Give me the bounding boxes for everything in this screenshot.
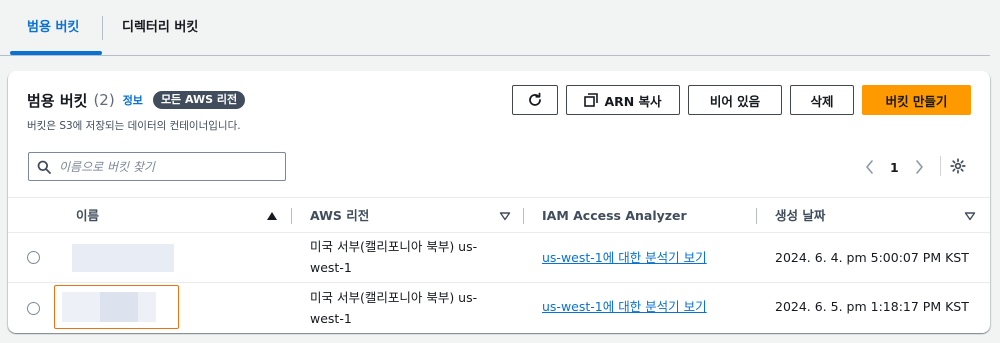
info-link[interactable]: 정보 xyxy=(123,92,143,108)
create-bucket-button[interactable]: 버킷 만들기 xyxy=(862,85,971,115)
bucket-region: 미국 서부(캘리포니아 북부) us-west-1 xyxy=(310,239,478,275)
refresh-icon xyxy=(529,92,541,106)
chevron-left-icon[interactable] xyxy=(864,159,876,175)
column-divider[interactable] xyxy=(523,208,524,224)
create-bucket-label: 버킷 만들기 xyxy=(885,93,948,109)
column-header-creation-date[interactable]: 생성 날짜 xyxy=(775,198,825,234)
bucket-search[interactable] xyxy=(28,152,286,181)
panel-title: 범용 버킷 xyxy=(27,91,88,110)
tab-general-purpose-buckets[interactable]: 범용 버킷 xyxy=(27,0,79,56)
column-header-access-analyzer: IAM Access Analyzer xyxy=(542,208,687,223)
copy-arn-button[interactable]: ARN 복사 xyxy=(566,85,680,115)
panel-description: 버킷은 S3에 저장되는 데이터의 컨테이너입니다. xyxy=(27,120,241,132)
table-header: 이름 AWS 리전 IAM Access Analyzer 생성 날짜 xyxy=(8,197,990,233)
empty-bucket-label: 비어 있음 xyxy=(709,93,761,109)
bucket-creation-date: 2024. 6. 4. pm 5:00:07 PM KST xyxy=(775,250,969,265)
region-badge: 모든 AWS 리전 xyxy=(152,91,246,109)
sort-ascending-icon[interactable] xyxy=(266,211,278,221)
redaction-block xyxy=(100,292,138,322)
settings-gear-icon[interactable] xyxy=(950,158,966,174)
bucket-region: 미국 서부(캘리포니아 북부) us-west-1 xyxy=(310,290,478,326)
copy-arn-label: ARN 복사 xyxy=(604,93,662,109)
panel-header: 범용 버킷 (2) 정보 모든 AWS 리전 xyxy=(27,89,246,111)
table-row[interactable]: 미국 서부(캘리포니아 북부) us-west-1 us-west-1에 대한 … xyxy=(8,232,990,283)
sort-icon[interactable] xyxy=(499,211,511,221)
bucket-creation-date: 2024. 6. 5. pm 1:18:17 PM KST xyxy=(775,299,969,314)
copy-icon xyxy=(584,93,599,107)
column-header-name[interactable]: 이름 xyxy=(76,198,99,234)
chevron-right-icon[interactable] xyxy=(913,159,925,175)
column-divider[interactable] xyxy=(756,208,757,224)
delete-bucket-button[interactable]: 삭제 xyxy=(790,85,854,115)
general-purpose-buckets-panel: 범용 버킷 (2) 정보 모든 AWS 리전 버킷은 S3에 저장되는 데이터의… xyxy=(8,71,990,333)
pager-divider xyxy=(940,156,941,176)
search-icon xyxy=(37,160,51,174)
row-select-radio[interactable] xyxy=(27,302,40,315)
bucket-name-redacted[interactable] xyxy=(72,244,174,272)
delete-bucket-label: 삭제 xyxy=(810,93,834,109)
active-tab-indicator xyxy=(10,51,102,55)
sort-icon[interactable] xyxy=(964,211,976,221)
search-input[interactable] xyxy=(59,157,279,177)
tab-divider xyxy=(102,16,103,40)
refresh-button[interactable] xyxy=(512,85,558,115)
row-select-radio[interactable] xyxy=(27,251,40,264)
tab-directory-buckets[interactable]: 디렉터리 버킷 xyxy=(122,0,198,56)
bucket-type-tabs: 범용 버킷 디렉터리 버킷 xyxy=(0,0,990,56)
empty-bucket-button[interactable]: 비어 있음 xyxy=(688,85,782,115)
bucket-count: (2) xyxy=(93,91,115,109)
pagination: 1 xyxy=(864,157,925,177)
table-row[interactable]: 미국 서부(캘리포니아 북부) us-west-1 us-west-1에 대한 … xyxy=(8,283,990,333)
column-divider[interactable] xyxy=(291,208,292,224)
analyzer-link[interactable]: us-west-1에 대한 분석기 보기 xyxy=(542,296,707,317)
column-header-region[interactable]: AWS 리전 xyxy=(310,198,369,234)
current-page[interactable]: 1 xyxy=(890,160,899,175)
analyzer-link[interactable]: us-west-1에 대한 분석기 보기 xyxy=(542,247,707,268)
